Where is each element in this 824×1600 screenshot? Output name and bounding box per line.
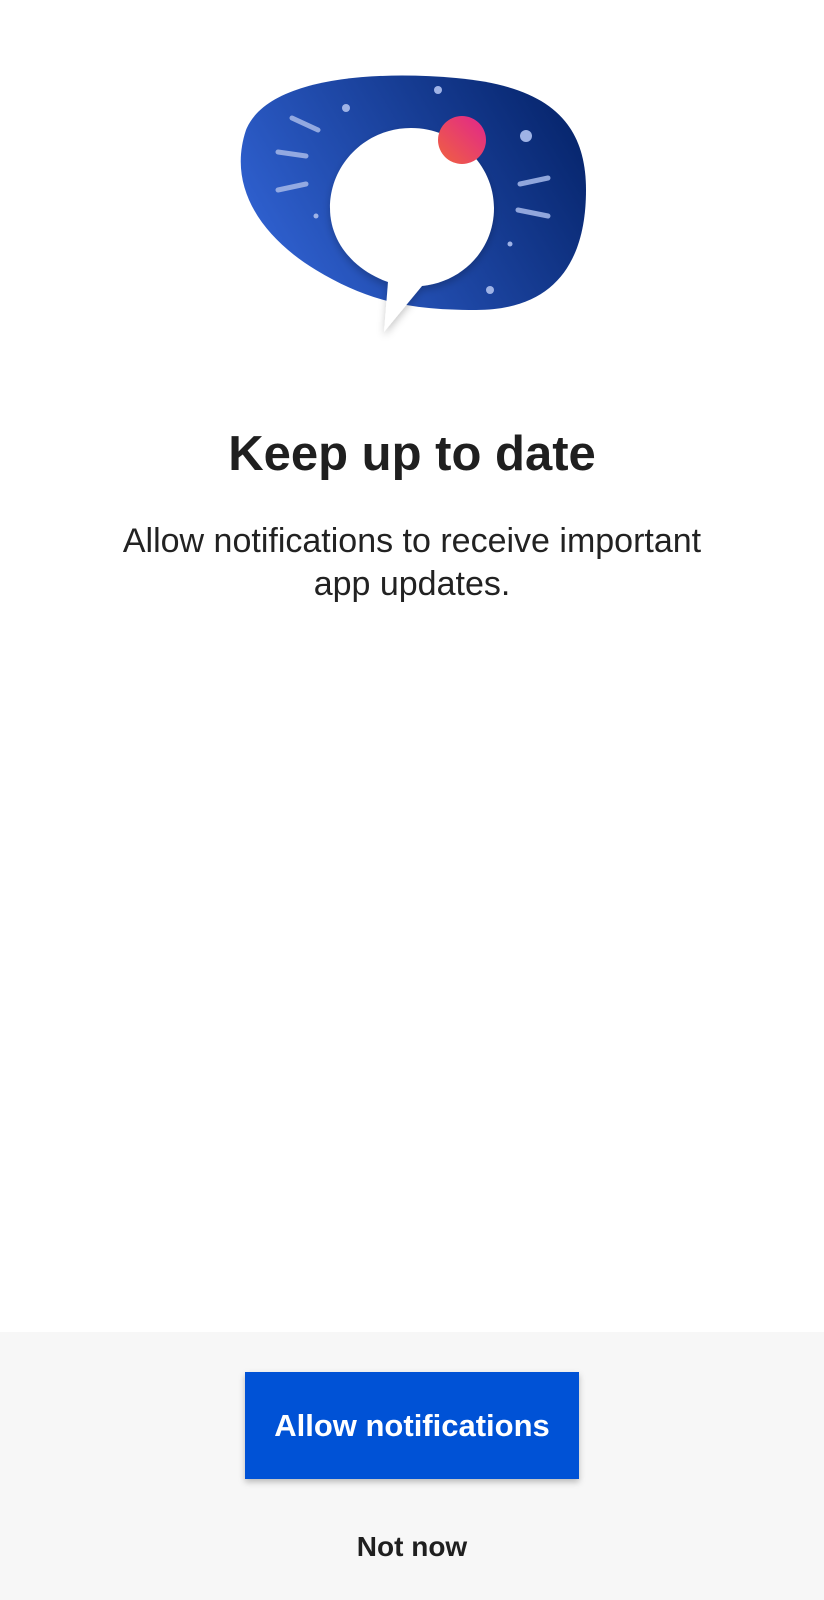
not-now-button[interactable]: Not now: [312, 1517, 512, 1577]
notification-illustration: [226, 60, 598, 350]
page-title: Keep up to date: [228, 427, 596, 481]
page-description: Allow notifications to receive important…: [122, 522, 702, 603]
speech-bubble-icon: [240, 75, 586, 332]
notification-badge-icon: [438, 116, 486, 164]
allow-notifications-button[interactable]: Allow notifications: [245, 1372, 579, 1479]
notification-permission-screen: Keep up to date Allow notifications to r…: [0, 0, 824, 1600]
action-footer: Allow notifications Not now: [0, 1332, 824, 1600]
